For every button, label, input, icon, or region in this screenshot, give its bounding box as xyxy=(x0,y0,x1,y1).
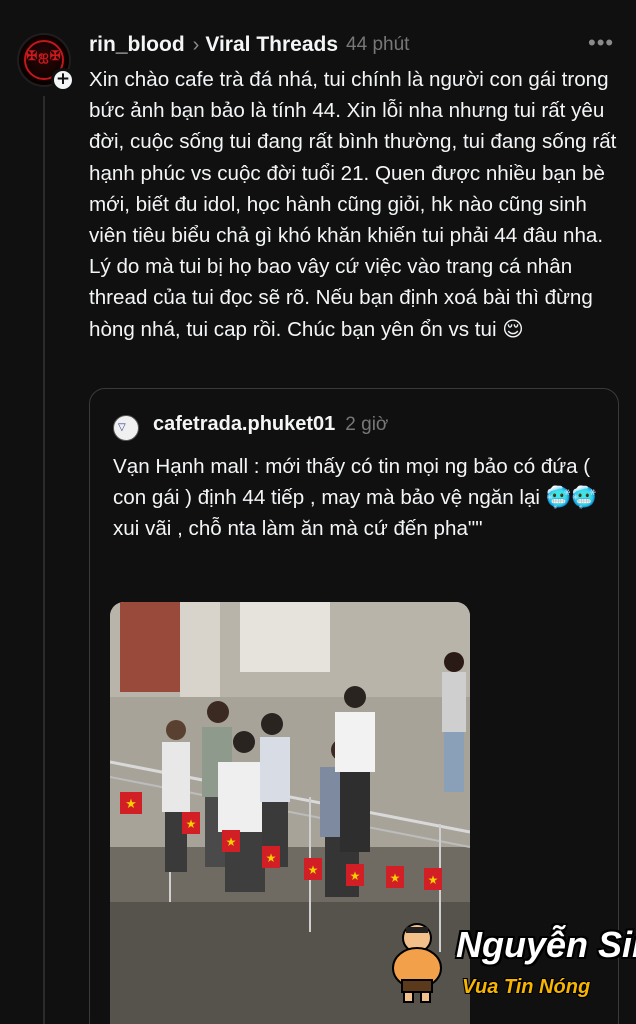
svg-text:★: ★ xyxy=(186,817,197,831)
svg-text:★: ★ xyxy=(125,796,137,811)
post-username[interactable]: rin_blood xyxy=(89,33,185,57)
quoted-time: 2 giờ xyxy=(345,413,389,435)
chevron-right-icon: › xyxy=(192,33,200,56)
quoted-body: Vạn Hạnh mall : mới thấy có tin mọi ng b… xyxy=(113,455,598,540)
follow-plus-icon[interactable]: + xyxy=(51,68,75,92)
svg-text:★: ★ xyxy=(266,851,277,865)
svg-text:★: ★ xyxy=(308,863,319,877)
quoted-username[interactable]: cafetrada.phuket01 xyxy=(153,413,335,436)
svg-text:★: ★ xyxy=(350,869,361,883)
avatar-emblem: ✠ஐ✠ xyxy=(26,49,62,64)
post-time: 44 phút xyxy=(346,34,410,55)
more-icon[interactable]: ••• xyxy=(588,30,614,56)
post-body: Xin chào cafe trà đá nhá, tui chính là n… xyxy=(89,68,617,341)
quoted-header: cafetrada.phuket01 2 giờ xyxy=(153,413,388,436)
quoted-avatar[interactable]: ▽ xyxy=(113,415,139,441)
watermark: Nguyễn Sin Vua Tin Nóng xyxy=(380,910,636,1010)
svg-text:★: ★ xyxy=(428,873,439,887)
community-name[interactable]: Viral Threads xyxy=(205,33,338,57)
svg-text:★: ★ xyxy=(226,835,237,849)
watermark-name: Nguyễn Sin xyxy=(456,924,636,965)
svg-text:★: ★ xyxy=(390,871,401,885)
mascot-icon xyxy=(392,923,442,1003)
quoted-avatar-logo-icon: ▽ xyxy=(118,422,126,433)
thread-line xyxy=(43,96,45,1024)
post-header: rin_blood › Viral Threads 44 phút xyxy=(89,31,409,59)
watermark-tagline: Vua Tin Nóng xyxy=(462,976,591,998)
